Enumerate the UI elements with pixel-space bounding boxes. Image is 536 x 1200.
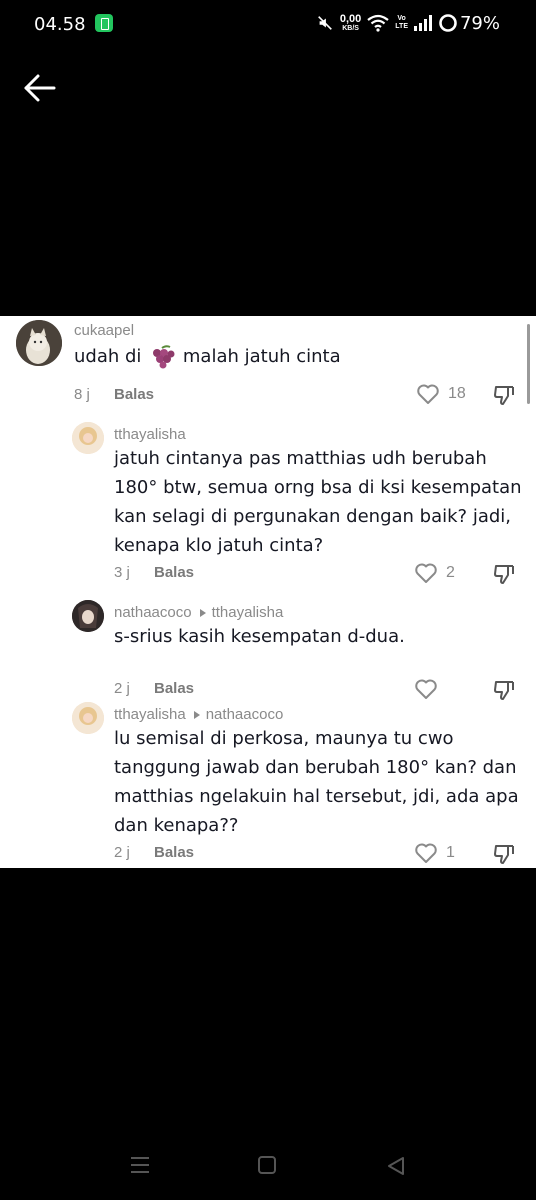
comment-username[interactable]: tthayalisha nathaacoco <box>114 706 283 723</box>
status-indicators: 0,00 KB/S Vo LTE 79% <box>316 10 500 36</box>
reply-button[interactable]: Balas <box>154 564 194 581</box>
avatar[interactable] <box>16 320 62 366</box>
avatar-image <box>72 422 104 454</box>
caret-right-icon <box>193 710 200 719</box>
heart-outline-icon <box>415 843 437 863</box>
comment-line: 180° btw, semua orng bsa di ksi kesempat… <box>114 477 522 498</box>
comment-username[interactable]: nathaacoco tthayalisha <box>114 604 283 621</box>
like-button[interactable]: 1 <box>414 842 455 864</box>
thumbs-down-icon[interactable] <box>492 562 516 586</box>
home-square-icon[interactable] <box>258 1156 276 1174</box>
back-arrow-icon[interactable] <box>20 68 60 108</box>
network-speed: 0,00 KB/S <box>339 13 362 33</box>
comment-time: 3 j <box>114 564 130 581</box>
recent-apps-icon[interactable] <box>130 1156 150 1174</box>
username-text[interactable]: cukaapel <box>74 322 134 339</box>
reply-to-username[interactable]: nathaacoco <box>206 706 284 723</box>
battery-percent: 79% <box>459 12 500 34</box>
battery-saver-notification-icon <box>95 14 113 32</box>
avatar-image <box>72 600 104 632</box>
thumbs-down-icon[interactable] <box>492 383 516 407</box>
comment-time: 2 j <box>114 680 130 697</box>
avatar[interactable] <box>72 422 104 454</box>
status-time: 04.58 <box>34 14 86 35</box>
username-text[interactable]: nathaacoco <box>114 604 192 621</box>
signal-icon <box>413 15 432 31</box>
battery-ring-icon <box>439 14 457 32</box>
comment-line: jatuh cintanya pas matthias udh berubah <box>114 448 487 469</box>
avatar-image <box>72 702 104 734</box>
reply-item: tthayalisha jatuh cintanya pas matthias … <box>0 420 536 590</box>
comment-text: s-srius kasih kesempatan d-dua. <box>114 622 405 651</box>
comment-line: matthias ngelakuin hal tersebut, jdi, ad… <box>114 786 519 807</box>
like-button[interactable] <box>414 678 438 700</box>
comment-text: udah di malah jatuh cinta <box>74 342 341 371</box>
like-button[interactable]: 18 <box>416 383 466 405</box>
comment-text-part: malah jatuh cinta <box>177 346 341 367</box>
like-count: 1 <box>446 844 455 861</box>
system-navigation-bar <box>0 1140 536 1200</box>
comment-line: dan kenapa?? <box>114 815 239 836</box>
username-text[interactable]: tthayalisha <box>114 426 186 443</box>
like-count: 18 <box>448 385 466 402</box>
comments-panel[interactable]: cukaapel udah di malah jatuh cinta 8 j B… <box>0 316 536 868</box>
triangle-back-icon[interactable] <box>386 1156 406 1176</box>
caret-right-icon <box>199 608 206 617</box>
reply-item: nathaacoco tthayalisha s-srius kasih kes… <box>0 598 536 700</box>
comment-meta: 3 j Balas <box>114 564 194 581</box>
reply-item: tthayalisha nathaacoco lu semisal di per… <box>0 700 536 868</box>
comment-line: kenapa klo jatuh cinta? <box>114 535 324 556</box>
reply-button[interactable]: Balas <box>114 386 154 403</box>
comment-text: lu semisal di perkosa, maunya tu cwo tan… <box>114 724 519 840</box>
comment-meta: 2 j Balas <box>114 680 194 697</box>
avatar-cat-image <box>16 320 62 366</box>
grapes-emoji-icon <box>153 345 175 369</box>
heart-outline-icon <box>415 563 437 583</box>
mute-icon <box>317 16 332 30</box>
comment-item: cukaapel udah di malah jatuh cinta 8 j B… <box>0 316 536 416</box>
comment-time: 2 j <box>114 844 130 861</box>
like-button[interactable]: 2 <box>414 562 455 584</box>
thumbs-down-icon[interactable] <box>492 842 516 866</box>
network-speed-unit: KB/S <box>342 25 359 32</box>
reply-button[interactable]: Balas <box>154 680 194 697</box>
comment-meta: 2 j Balas <box>114 844 194 861</box>
wifi-icon <box>367 14 389 32</box>
reply-to-username[interactable]: tthayalisha <box>212 604 284 621</box>
network-speed-value: 0,00 <box>339 13 362 25</box>
status-bar: 04.58 0,00 KB/S Vo LTE 79% <box>0 0 536 48</box>
comment-text: jatuh cintanya pas matthias udh berubah … <box>114 444 522 560</box>
heart-outline-icon <box>415 679 437 699</box>
comment-line: tanggung jawab dan berubah 180° kan? dan <box>114 757 517 778</box>
thumbs-down-icon[interactable] <box>492 678 516 702</box>
comment-line: lu semisal di perkosa, maunya tu cwo <box>114 728 454 749</box>
comment-meta: 8 j Balas <box>74 386 154 403</box>
comment-text-part: udah di <box>74 346 148 367</box>
heart-outline-icon <box>417 384 439 404</box>
avatar[interactable] <box>72 600 104 632</box>
like-count: 2 <box>446 564 455 581</box>
comment-username[interactable]: tthayalisha <box>114 426 186 443</box>
comment-line: kan selagi di pergunakan dengan baik? ja… <box>114 506 512 527</box>
reply-button[interactable]: Balas <box>154 844 194 861</box>
comment-line: s-srius kasih kesempatan d-dua. <box>114 626 405 647</box>
username-text[interactable]: tthayalisha <box>114 706 186 723</box>
avatar[interactable] <box>72 702 104 734</box>
volte-indicator: Vo LTE <box>395 15 408 30</box>
comment-username[interactable]: cukaapel <box>74 322 134 339</box>
comment-time: 8 j <box>74 386 90 403</box>
